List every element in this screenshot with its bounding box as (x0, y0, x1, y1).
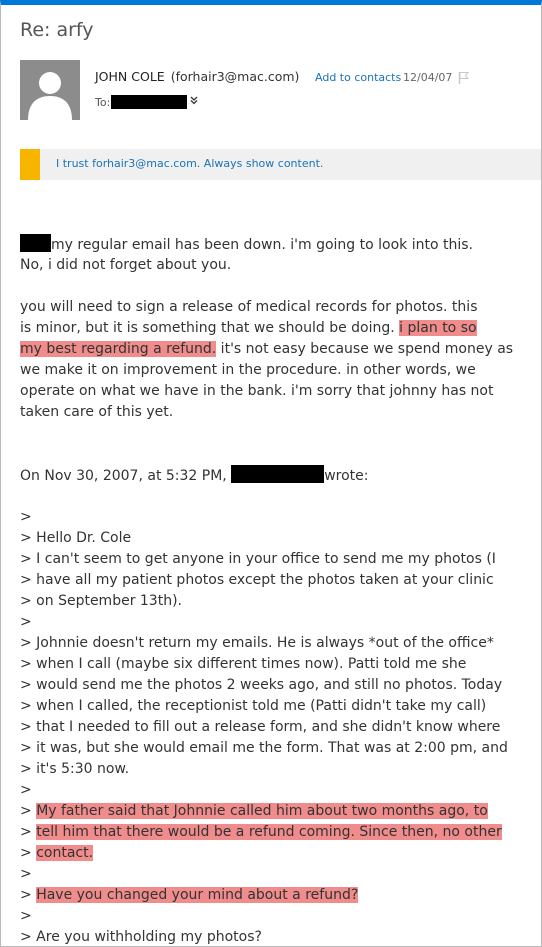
email-date: 12/04/07 (403, 71, 453, 84)
highlighted-text: my best regarding a refund. (20, 341, 217, 357)
quoted-line: > on September 13th). (20, 593, 182, 609)
highlighted-text: Have you changed your mind about a refun… (36, 887, 359, 903)
quoted-line: > would send me the photos 2 weeks ago, … (20, 677, 503, 693)
quoted-line: > have all my patient photos except the … (20, 572, 494, 588)
quoted-line: > (20, 614, 32, 630)
quoted-line: > I can't seem to get anyone in your off… (20, 551, 496, 567)
highlighted-text: contact. (36, 845, 94, 861)
body-line: you will need to sign a release of medic… (20, 299, 478, 315)
avatar (20, 60, 80, 120)
quoted-line: > Hello Dr. Cole (20, 530, 132, 546)
recipient-redacted (111, 95, 187, 109)
trust-sender-link[interactable]: I trust forhair3@mac.com. Always show co… (56, 157, 323, 170)
highlighted-text: tell him that there would be a refund co… (36, 824, 502, 840)
quoted-line: > Are you withholding my photos? (20, 929, 262, 945)
quote-header: On Nov 30, 2007, at 5:32 PM, wrote: (20, 465, 535, 486)
quoted-line: > that I needed to fill out a release fo… (20, 719, 501, 735)
quoted-line: > when I called, the receptionist told m… (20, 698, 487, 714)
highlighted-text: i plan to so (399, 320, 477, 336)
quoted-line: > Have you changed your mind about a ref… (20, 887, 359, 903)
quoted-line: > (20, 908, 32, 924)
to-label: To: (95, 96, 111, 109)
quoted-line: > (20, 866, 32, 882)
redacted-name (20, 234, 51, 252)
avatar-person-icon (20, 60, 80, 120)
body-line: we make it on improvement in the procedu… (20, 362, 476, 378)
sender-email: (forhair3@mac.com) (170, 69, 300, 84)
quoted-line: > it's 5:30 now. (20, 761, 130, 777)
body-line: is minor, but it is something that we sh… (20, 320, 477, 336)
quoted-line: > (20, 509, 32, 525)
highlighted-text: My father said that Johnnie called him a… (36, 803, 488, 819)
add-to-contacts-link[interactable]: Add to contacts (315, 71, 401, 84)
flag-icon[interactable] (458, 71, 470, 85)
sender-name: JOHN COLE (95, 69, 165, 84)
email-window: Re: arfy JOHN COLE (forhair3@mac.com) Add… (0, 0, 542, 947)
quoted-line: > when I call (maybe six different times… (20, 656, 467, 672)
body-line: No, i did not forget about you. (20, 257, 232, 273)
body-line: my regular email has been down. i'm goin… (20, 234, 535, 255)
quoted-line: > Johnnie doesn't return my emails. He i… (20, 635, 494, 651)
redacted-name (231, 465, 325, 483)
expand-chevron-icon[interactable] (190, 95, 198, 105)
sender-line: JOHN COLE (forhair3@mac.com) (95, 69, 299, 84)
email-subject: Re: arfy (20, 19, 94, 41)
quoted-line: > tell him that there would be a refund … (20, 824, 502, 840)
body-line: my best regarding a refund. it's not eas… (20, 341, 514, 357)
quoted-line: > contact. (20, 845, 94, 861)
message-body: my regular email has been down. i'm goin… (20, 234, 535, 946)
trust-bar-stripe (20, 149, 40, 180)
body-line: operate on what we have in the bank. i'm… (20, 383, 494, 399)
body-line: taken care of this yet. (20, 404, 174, 420)
quoted-line: > (20, 782, 32, 798)
quoted-line: > My father said that Johnnie called him… (20, 803, 488, 819)
quoted-line: > it was, but she would email me the for… (20, 740, 508, 756)
